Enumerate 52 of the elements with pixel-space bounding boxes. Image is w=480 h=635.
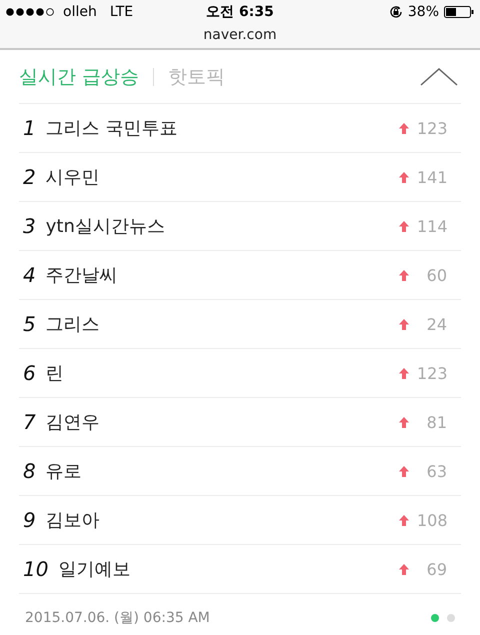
arrow-up-icon <box>399 318 409 330</box>
battery-icon <box>444 6 474 18</box>
rank-change: 63 <box>426 462 447 480</box>
clock-time: 오전 6:35 <box>206 3 274 21</box>
timestamp: 2015.07.06. (월) 06:35 AM <box>25 609 210 627</box>
collapse-button[interactable] <box>419 66 459 86</box>
keyword-link[interactable]: 일기예보 <box>58 557 130 581</box>
page-dot[interactable] <box>431 614 439 622</box>
chevron-up-icon <box>419 66 459 86</box>
keyword-link[interactable]: 시우민 <box>46 165 100 189</box>
rank-change: 69 <box>426 560 447 578</box>
keyword-link[interactable]: 린 <box>46 361 64 385</box>
arrow-up-icon <box>399 172 409 182</box>
arrow-up-icon <box>399 122 409 134</box>
rank-change: 123 <box>417 118 447 138</box>
keyword-link[interactable]: 주간날씨 <box>46 263 118 287</box>
arrow-up-icon <box>399 416 409 428</box>
battery-percent: 38% <box>408 4 439 20</box>
rank-change: 141 <box>417 168 447 186</box>
rank-number: 2 <box>23 165 36 189</box>
keyword-link[interactable]: 김연우 <box>46 410 100 434</box>
page-dot[interactable] <box>447 614 455 622</box>
rank-number: 6 <box>23 361 36 385</box>
rank-change: 81 <box>426 412 447 432</box>
keyword-link[interactable]: 그리스 국민투표 <box>46 116 178 140</box>
carrier-name: olleh <box>63 4 97 20</box>
rank-change: 123 <box>417 364 447 382</box>
arrow-up-icon <box>399 466 409 476</box>
rank-number: 10 <box>23 557 48 581</box>
arrow-up-icon <box>399 564 409 574</box>
rotation-lock-icon <box>388 5 403 19</box>
rank-number: 7 <box>23 410 36 434</box>
rank-number: 8 <box>23 459 36 483</box>
keyword-link[interactable]: 유로 <box>46 459 82 483</box>
arrow-up-icon <box>399 514 409 526</box>
rank-number: 5 <box>23 312 36 336</box>
rank-number: 9 <box>23 508 36 532</box>
arrow-up-icon <box>399 220 409 232</box>
keyword-link[interactable]: 그리스 <box>46 312 100 336</box>
network-type: LTE <box>110 4 134 20</box>
address-text[interactable]: naver.com <box>203 24 277 46</box>
rank-change: 24 <box>426 314 447 334</box>
rank-change: 108 <box>417 510 447 530</box>
keyword-link[interactable]: 김보아 <box>46 508 100 532</box>
keyword-link[interactable]: ytn실시간뉴스 <box>46 214 165 238</box>
rank-change: 60 <box>426 266 447 284</box>
arrow-up-icon <box>399 368 409 378</box>
arrow-up-icon <box>399 270 409 280</box>
rank-number: 3 <box>23 214 36 238</box>
rank-number: 4 <box>23 263 36 287</box>
rank-number: 1 <box>23 116 36 140</box>
rank-change: 114 <box>417 216 447 236</box>
